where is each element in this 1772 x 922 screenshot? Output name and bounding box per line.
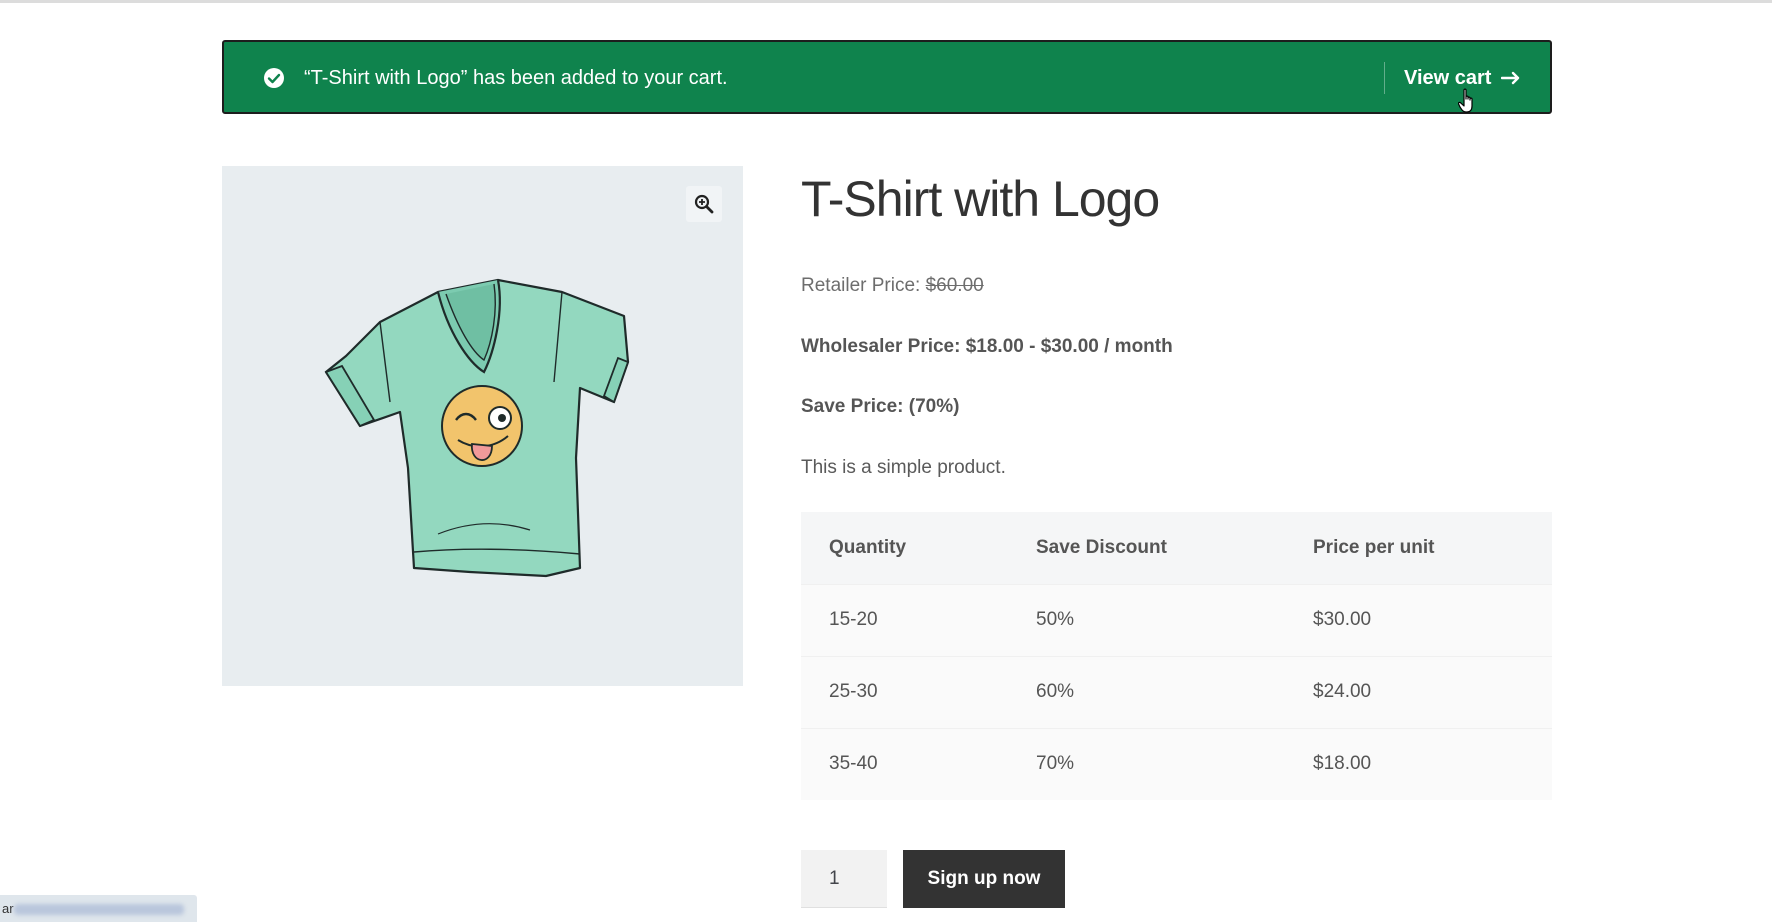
table-row: 35-40 70% $18.00: [801, 727, 1552, 800]
cell-save-discount: 60%: [1008, 655, 1285, 728]
notice-divider: [1384, 62, 1385, 94]
cell-quantity: 25-30: [801, 655, 1008, 728]
retailer-price: Retailer Price: $60.00: [801, 274, 984, 298]
sign-up-now-button[interactable]: Sign up now: [903, 850, 1065, 908]
product-image[interactable]: [318, 272, 648, 592]
check-circle-icon: [264, 68, 284, 88]
cell-quantity: 15-20: [801, 583, 1008, 656]
cell-price-per-unit: $24.00: [1285, 655, 1552, 728]
notice-message: “T-Shirt with Logo” has been added to yo…: [304, 67, 728, 89]
product-description: This is a simple product.: [801, 457, 1006, 478]
quantity-input[interactable]: [801, 850, 887, 908]
table-header-row: Quantity Save Discount Price per unit: [801, 512, 1552, 584]
cell-price-per-unit: $18.00: [1285, 727, 1552, 800]
top-border: [0, 0, 1772, 3]
product-gallery: [222, 166, 743, 686]
hand-cursor-icon: [1458, 88, 1473, 113]
cell-quantity: 35-40: [801, 727, 1008, 800]
save-price: Save Price: (70%): [801, 396, 960, 417]
cell-price-per-unit: $30.00: [1285, 583, 1552, 656]
retailer-price-label: Retailer Price:: [801, 275, 926, 296]
product-title: T-Shirt with Logo: [801, 171, 1160, 227]
status-url-redacted: [14, 904, 184, 915]
zoom-in-icon: [694, 194, 714, 214]
cell-save-discount: 70%: [1008, 727, 1285, 800]
column-header-save-discount: Save Discount: [1008, 512, 1285, 584]
retailer-price-value: $60.00: [925, 275, 984, 296]
table-row: 25-30 60% $24.00: [801, 655, 1552, 728]
cell-save-discount: 50%: [1008, 583, 1285, 656]
zoom-button[interactable]: [686, 186, 722, 222]
status-url-prefix: ar: [2, 901, 14, 916]
arrow-right-icon: [1501, 71, 1520, 85]
tier-pricing-table: Quantity Save Discount Price per unit 15…: [801, 512, 1552, 800]
column-header-quantity: Quantity: [801, 512, 1008, 584]
column-header-price-per-unit: Price per unit: [1285, 512, 1552, 584]
cart-notice: “T-Shirt with Logo” has been added to yo…: [222, 40, 1552, 114]
table-row: 15-20 50% $30.00: [801, 583, 1552, 656]
browser-status-bar: ar: [0, 895, 197, 922]
wholesaler-price: Wholesaler Price: $18.00 - $30.00 / mont…: [801, 336, 1173, 357]
view-cart-label: View cart: [1404, 66, 1492, 89]
